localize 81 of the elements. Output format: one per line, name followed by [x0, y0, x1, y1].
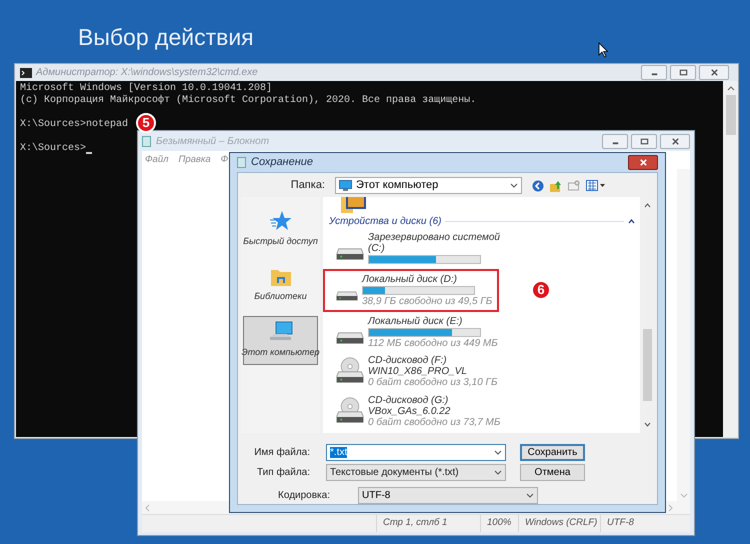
- scroll-up-icon[interactable]: [644, 203, 650, 208]
- field-label: Кодировка:: [277, 488, 331, 502]
- scrollbar[interactable]: [723, 81, 738, 437]
- mouse-pointer-icon: [598, 42, 608, 58]
- window-title: Безымянный – Блокнот: [156, 134, 270, 148]
- back-icon[interactable]: [532, 180, 544, 192]
- cancel-button[interactable]: Отмена: [520, 464, 585, 480]
- close-icon: [638, 158, 648, 167]
- chevron-down-icon: [494, 470, 502, 474]
- close-button[interactable]: [628, 155, 658, 170]
- free-space: 38,9 ГБ свободно из 49,5 ГБ: [362, 296, 494, 307]
- free-space: 112 МБ свободно из 449 МБ: [368, 338, 499, 349]
- star-icon: [270, 210, 292, 232]
- folder-value: Этот компьютер: [356, 178, 440, 194]
- computer-icon: [339, 180, 352, 191]
- folder-dropdown[interactable]: Этот компьютер: [335, 177, 522, 194]
- volume-label: WIN10_X86_PRO_VL: [368, 366, 468, 377]
- close-icon: [710, 68, 718, 77]
- drive-item[interactable]: Зарезервировано системой (C:): [329, 229, 505, 268]
- volume-label: VBox_GAs_6.0.22: [368, 406, 452, 417]
- collapse-icon[interactable]: [628, 218, 635, 224]
- maximize-icon: [678, 68, 688, 77]
- notepad-icon: [237, 157, 246, 168]
- free-space: 0 байт свободно из 73,7 МБ: [368, 417, 502, 428]
- status-text: Стр 1, стлб 1: [383, 516, 448, 530]
- console-icon: [20, 68, 32, 78]
- group-header[interactable]: Устройства и диски (6): [329, 214, 442, 228]
- hard-drive-icon: [336, 331, 364, 345]
- chevron-down-icon: [526, 492, 534, 498]
- menu-item[interactable]: Ф: [220, 152, 228, 168]
- cd-drive-icon: [336, 395, 364, 425]
- console-line: X:\Sources>: [20, 143, 86, 155]
- drive-item[interactable]: Локальный диск (E:) 112 МБ свободно из 449 МБ: [329, 313, 505, 352]
- drive-item[interactable]: CD-дисковод (G:) VBox_GAs_6.0.22 0 байт свободно из 73,7 МБ: [329, 392, 505, 432]
- save-button[interactable]: Сохранить: [520, 444, 585, 460]
- drive-name: Зарезервировано системой (C:): [368, 232, 501, 254]
- dialog-title: Сохранение: [251, 155, 314, 170]
- chevron-down-icon: [510, 183, 518, 188]
- encoding-dropdown[interactable]: UTF-8: [358, 486, 538, 504]
- file-name-field[interactable]: *.txt: [326, 444, 506, 460]
- scrollbar-thumb[interactable]: [726, 95, 736, 135]
- text-cursor: [86, 152, 92, 154]
- maximize-button[interactable]: [670, 65, 696, 80]
- drive-item[interactable]: Локальный диск (D:) 38,9 ГБ свободно из 49,5 ГБ: [323, 269, 499, 312]
- maximize-button[interactable]: [631, 134, 657, 148]
- window-title: Администратор: X:\windows\system32\cmd.exe: [36, 66, 259, 80]
- console-line: Microsoft Windows [Version 10.0.19041.208]: [20, 83, 272, 94]
- close-icon: [670, 136, 680, 146]
- scroll-down-icon[interactable]: [644, 422, 650, 427]
- field-label: Имя файла:: [253, 446, 311, 460]
- nav-item[interactable]: Библиотеки: [243, 262, 318, 308]
- chevron-down-icon: [494, 450, 502, 454]
- screen-title: Выбор действия: [78, 23, 254, 52]
- hard-drive-icon: [336, 289, 358, 303]
- console-line: (c) Корпорация Майкрософт (Microsoft Corporation), 2020. Все права защищены.: [20, 95, 476, 107]
- maximize-icon: [640, 136, 648, 146]
- cd-drive-icon: [336, 355, 364, 385]
- file-type-dropdown[interactable]: Текстовые документы (*.txt): [326, 464, 506, 480]
- drive-item[interactable]: CD-дисковод (F:) WIN10_X86_PRO_VL 0 байт свободно из 3,10 ГБ: [329, 352, 505, 392]
- up-folder-icon[interactable]: [550, 180, 562, 192]
- hard-drive-icon: [336, 247, 364, 261]
- computer-icon: [268, 321, 292, 343]
- console-line: X:\Sources>notepad: [20, 119, 128, 131]
- view-menu-icon[interactable]: [586, 180, 606, 191]
- status-text: 100%: [487, 516, 512, 530]
- video-folder-icon: [341, 197, 367, 213]
- free-space: 0 байт свободно из 3,10 ГБ: [368, 377, 498, 388]
- scrollbar-thumb[interactable]: [642, 329, 652, 401]
- close-button[interactable]: [699, 65, 729, 80]
- scroll-up-icon[interactable]: [726, 86, 734, 91]
- close-button[interactable]: [660, 134, 690, 148]
- notepad-icon: [142, 136, 151, 146]
- drive-name: Локальный диск (D:): [362, 274, 458, 285]
- status-text: UTF-8: [607, 516, 634, 530]
- folder-label: Папка:: [290, 178, 326, 194]
- drive-name: CD-дисковод (G:): [368, 395, 450, 406]
- nav-item[interactable]: Быстрый доступ: [243, 205, 318, 254]
- drive-name: CD-дисковод (F:): [368, 355, 448, 366]
- status-text: Windows (CRLF): [525, 516, 598, 530]
- drive-name: Локальный диск (E:): [368, 316, 464, 327]
- field-label: Тип файла:: [256, 466, 311, 480]
